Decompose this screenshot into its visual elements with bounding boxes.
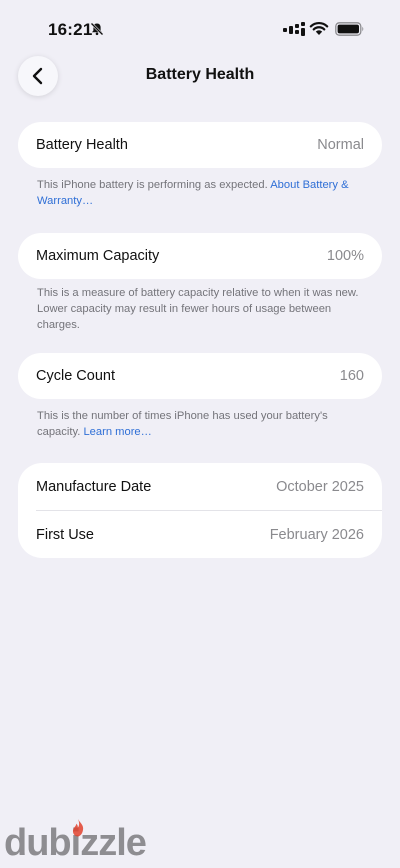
dubizzle-watermark: dubizzle [0, 818, 170, 868]
cycle-count-value: 160 [339, 368, 364, 384]
learn-more-link[interactable]: Learn more… [83, 426, 151, 438]
battery-health-label: Battery Health [36, 137, 128, 153]
manufacture-date-label: Manufacture Date [36, 478, 152, 495]
first-use-value: February 2026 [269, 526, 364, 543]
bell-slash-icon [90, 22, 104, 36]
cycle-count-card: Cycle Count 160 [18, 353, 382, 399]
cellular-signal-icon [283, 22, 305, 36]
battery-health-note-text: This iPhone battery is performing as exp… [37, 179, 268, 191]
battery-health-value: Normal [317, 137, 364, 153]
battery-health-note: This iPhone battery is performing as exp… [37, 177, 373, 209]
cycle-count-note-text: This is the number of times iPhone has u… [37, 410, 328, 438]
status-time: 16:21 [48, 20, 93, 39]
page-title: Battery Health [145, 66, 255, 83]
dates-card: Manufacture Date October 2025 First Use … [18, 463, 382, 558]
battery-health-card: Battery Health Normal [18, 122, 382, 168]
maximum-capacity-note: This is a measure of battery capacity re… [37, 287, 359, 331]
first-use-row: First Use February 2026 [18, 511, 382, 558]
cycle-count-note: This is the number of times iPhone has u… [37, 408, 373, 440]
maximum-capacity-label: Maximum Capacity [36, 248, 160, 264]
manufacture-date-value: October 2025 [276, 478, 364, 495]
wifi-icon [309, 22, 329, 35]
battery-icon [335, 22, 364, 36]
cycle-count-label: Cycle Count [36, 368, 115, 384]
status-bar: 16:21 [0, 0, 400, 58]
first-use-label: First Use [36, 526, 94, 543]
cycle-count-row: Cycle Count 160 [18, 353, 382, 399]
flame-icon [72, 819, 84, 837]
maximum-capacity-card: Maximum Capacity 100% [18, 233, 382, 279]
manufacture-date-row: Manufacture Date October 2025 [18, 463, 382, 510]
maximum-capacity-row: Maximum Capacity 100% [18, 233, 382, 279]
maximum-capacity-value: 100% [326, 248, 364, 264]
battery-health-row: Battery Health Normal [18, 122, 382, 168]
